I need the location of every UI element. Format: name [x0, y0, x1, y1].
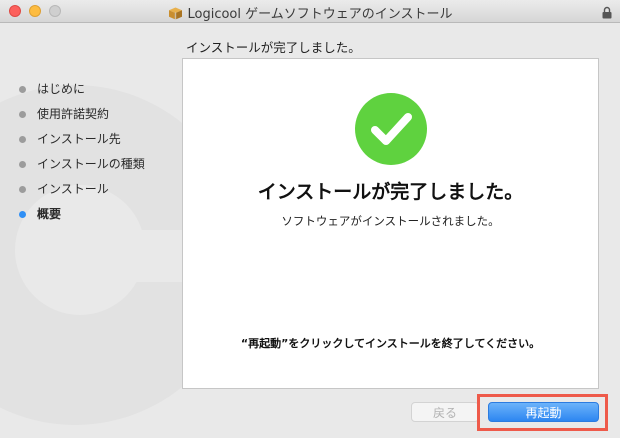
completion-subtitle: ソフトウェアがインストールされました。 — [281, 214, 500, 228]
step-label: インストール先 — [37, 132, 121, 146]
step-bullet-icon — [19, 136, 26, 143]
install-steps: はじめに 使用許諾契約 インストール先 インストールの種類 インストール 概要 — [0, 78, 180, 228]
back-button[interactable]: 戻る — [411, 402, 479, 422]
content-panel: インストールが完了しました。 ソフトウェアがインストールされました。 “再起動”… — [182, 58, 599, 389]
lock-icon — [602, 4, 612, 23]
step-introduction: はじめに — [0, 78, 180, 103]
step-label: インストールの種類 — [37, 157, 145, 171]
checkmark-icon — [355, 93, 427, 165]
step-label: はじめに — [37, 82, 86, 96]
window-title: Logicool ゲームソフトウェアのインストール — [0, 3, 620, 24]
step-bullet-icon — [19, 186, 26, 193]
step-license: 使用許諾契約 — [0, 103, 180, 128]
step-installation-type: インストールの種類 — [0, 153, 180, 178]
step-label: インストール — [37, 182, 109, 196]
step-bullet-icon — [19, 111, 26, 118]
step-bullet-icon — [19, 161, 26, 168]
restart-instruction: “再起動”をクリックしてインストールを終了してください。 — [240, 337, 541, 350]
title-bar[interactable]: Logicool ゲームソフトウェアのインストール — [0, 0, 620, 23]
page-heading: インストールが完了しました。 — [186, 40, 361, 55]
step-bullet-icon — [19, 211, 26, 218]
completion-title: インストールが完了しました。 — [257, 181, 524, 203]
step-label: 使用許諾契約 — [37, 107, 110, 121]
step-installation: インストール — [0, 178, 180, 203]
step-bullet-icon — [19, 86, 26, 93]
window-title-text: Logicool ゲームソフトウェアのインストール — [187, 7, 453, 22]
step-summary: 概要 — [0, 203, 180, 228]
step-label: 概要 — [37, 207, 62, 221]
installer-window: Logicool ゲームソフトウェアのインストール インストールが完了しました。… — [0, 0, 620, 438]
package-icon — [168, 7, 183, 24]
step-destination: インストール先 — [0, 128, 180, 153]
restart-highlight-box — [477, 394, 608, 431]
